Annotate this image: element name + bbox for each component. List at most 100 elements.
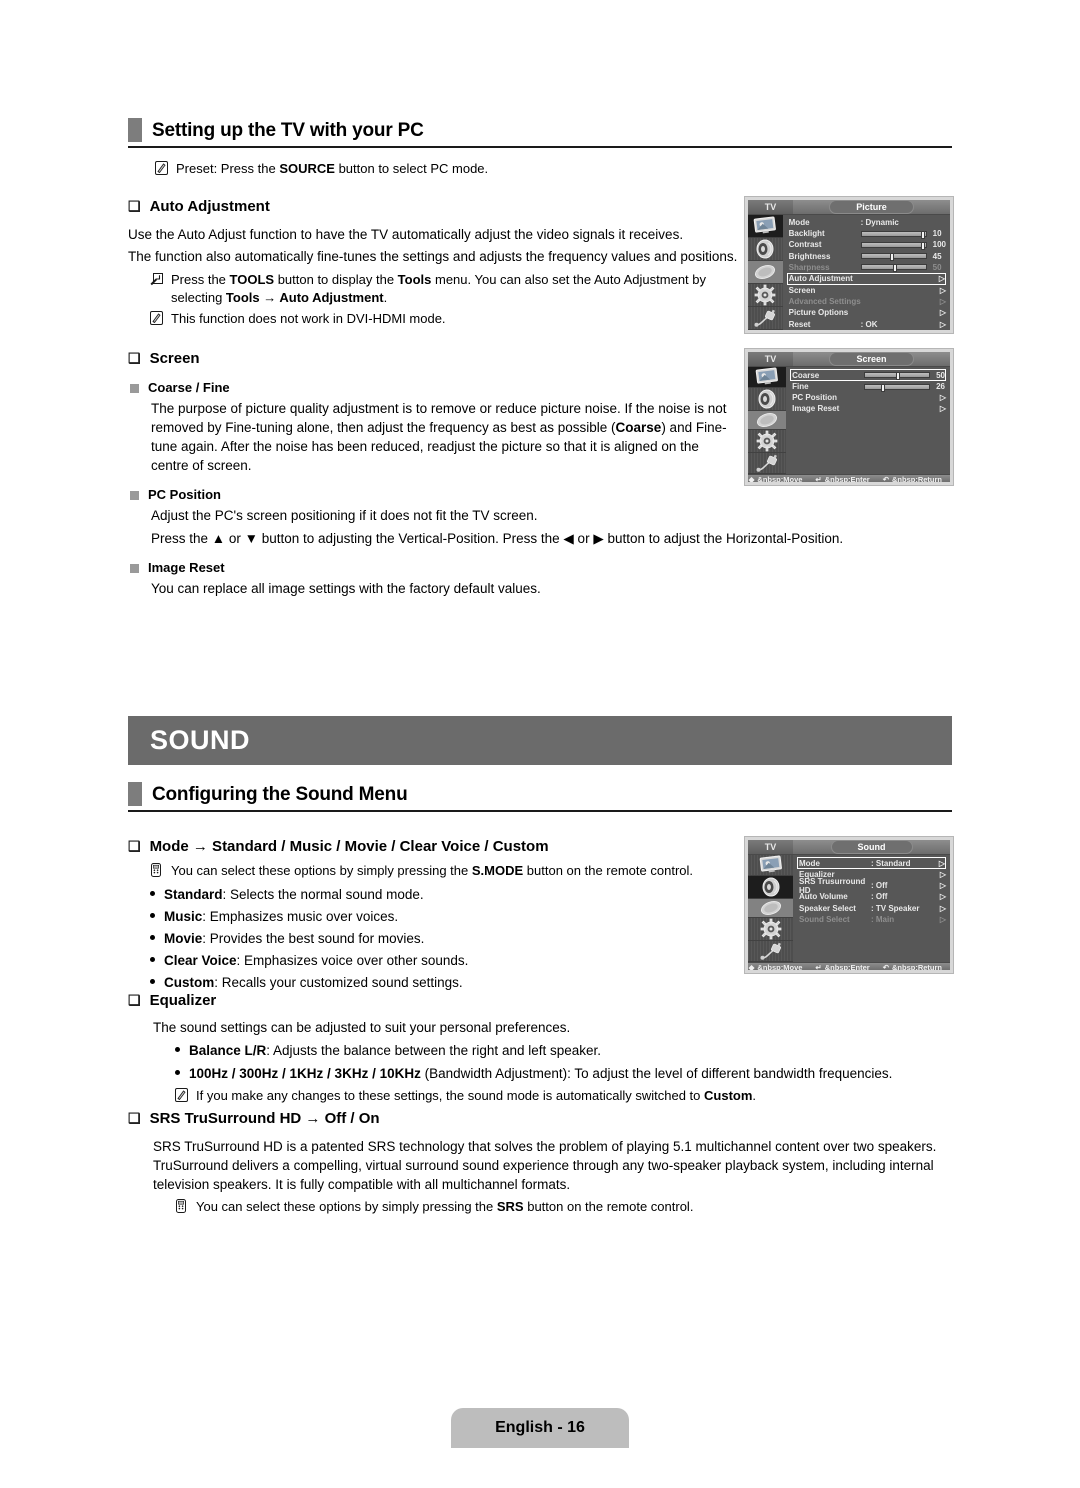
osd-row-label: Sound Select [799,914,850,924]
osd-row-value: 50 [932,262,942,272]
chevron-right-icon: ▷ [939,903,946,913]
checkbox-glyph-icon: ❑ [128,838,141,854]
osd-menu-title: Sound [830,840,913,854]
list-item: Clear Voice: Emphasizes voice over other… [128,951,740,970]
osd-menu-row[interactable]: Brightness 45 [787,251,946,262]
osd-titlebar: TV Picture [748,200,950,215]
osd-menu-row[interactable]: Auto Volume: Off ▷ [797,891,946,902]
osd-slider[interactable] [860,230,927,239]
osd-menu-row[interactable]: PC Position ▷ [790,392,946,403]
osd-icon-picture[interactable] [748,215,783,238]
preset-note: Preset: Press the SOURCE button to selec… [155,160,775,180]
auto-adjustment-heading: ❑ Auto Adjustment [128,198,270,215]
osd-slider[interactable] [864,372,931,380]
osd-menu-list: Coarse 50 Fine 26 PC Position ▷ Image Reset ▷ [786,367,950,474]
osd-sidebar [748,215,783,330]
osd-tv-label: TV [748,840,793,854]
osd-menu-row[interactable]: Picture Options ▷ [787,307,946,318]
osd-slider[interactable] [864,383,931,392]
manual-page: Setting up the TV with your PC Preset: P… [0,0,1080,1488]
equalizer-note-text: If you make any changes to these setting… [196,1087,757,1103]
osd-menu-row[interactable]: SRS Trusurround HD: Off ▷ [797,877,946,895]
osd-hint-move-label: &nbsp;Move [757,963,803,970]
osd-title-wrap: Sound [793,840,950,854]
osd-screen-menu: TV Screen Coarse 50 Fine 26 PC Position ▷ Image … [744,348,954,486]
osd-icon-picture[interactable] [748,855,793,876]
osd-menu-row[interactable]: Mode: Standard ▷ [797,857,946,869]
osd-icon-setup[interactable] [748,283,783,307]
chevron-right-icon: ▷ [939,393,946,403]
osd-icon-sound[interactable] [748,876,793,899]
osd-menu-row[interactable]: Advanced Settings ▷ [787,296,946,307]
osd-menu-row[interactable]: Auto Adjustment ▷ [786,272,946,285]
osd-menu-row[interactable]: Backlight 10 [787,228,946,239]
osd-row-value: : TV Speaker [871,903,920,913]
osd-slider-knob[interactable] [921,230,926,239]
osd-menu-list: Mode: Standard ▷ Equalizer ▷ SRS Trusurround… [793,855,950,962]
osd-icon-setup[interactable] [748,430,787,453]
chevron-right-icon: ▷ [939,881,946,891]
osd-inner: TV Screen Coarse 50 Fine 26 PC Position ▷ Image … [748,352,950,482]
chevron-right-icon: ▷ [939,308,946,318]
osd-body: Mode: Standard ▷ Equalizer ▷ SRS Trusurround… [748,855,950,962]
section-pc-heading-block: Setting up the TV with your PC [128,118,952,148]
srs-block: ❑ SRS TruSurround HD → Off / On SRS TruS… [128,1110,948,1218]
osd-menu-row[interactable]: Screen ▷ [787,285,946,296]
osd-icon-input[interactable] [748,306,783,330]
osd-row-label: Auto Adjustment [788,274,853,284]
osd-menu-row[interactable]: Speaker Select : TV Speaker ▷ [797,903,946,914]
page-footer: English - 16 [0,1408,1080,1448]
tools-note-text: Press the TOOLS button to display the To… [171,271,707,305]
osd-menu-row[interactable]: Sharpness 50 [787,262,946,273]
checkbox-glyph-icon: ❑ [128,198,141,214]
osd-icon-picture[interactable] [748,367,787,388]
osd-slider-knob[interactable] [881,383,886,392]
auto-adjustment-para-2: The function also automatically fine-tun… [128,248,738,264]
osd-icon-setup[interactable] [748,918,793,941]
osd-slider[interactable] [860,264,927,273]
osd-slider-knob[interactable] [921,241,926,250]
auto-adjustment-para-1: Use the Auto Adjust function to have the… [128,226,684,242]
section-heading-sound: Configuring the Sound Menu [128,782,952,812]
osd-row-label: Sharpness [788,262,830,272]
osd-row-label: Speaker Select [799,903,856,913]
osd-menu-row[interactable]: Contrast 100 [787,239,946,250]
list-item: Custom: Recalls your customized sound se… [128,973,740,992]
osd-icon-input[interactable] [748,453,787,474]
osd-menu-row[interactable]: Image Reset ▷ [790,403,946,414]
osd-row-label: Screen [788,286,816,296]
auto-adjustment-block: ❑ Auto Adjustment Use the Auto Adjust fu… [128,198,740,330]
osd-slider-knob[interactable] [896,372,901,380]
osd-menu-row[interactable]: Fine 26 [790,381,946,392]
osd-hint-move: ◆ &nbsp;Move [749,475,803,482]
osd-menu-row[interactable]: Reset: OK ▷ [787,319,946,330]
osd-icon-channel[interactable] [748,411,787,430]
osd-icon-channel[interactable] [748,899,793,918]
osd-slider-knob[interactable] [892,264,897,273]
osd-slider-knob[interactable] [889,253,894,262]
remote-control-icon [175,1198,188,1218]
chevron-right-icon: ▷ [939,297,946,307]
osd-icon-input[interactable] [748,941,793,962]
osd-icon-sound[interactable] [748,388,787,411]
chevron-right-icon: ▷ [938,274,945,284]
osd-menu-row[interactable]: Sound Select: Main ▷ [797,914,946,925]
bullet-dot-icon [150,935,155,940]
osd-slider[interactable] [860,241,927,250]
osd-hint-enter-label: &nbsp;Enter [824,475,870,482]
osd-hint-return-label: &nbsp;Return [892,475,942,482]
equalizer-block: ❑ Equalizer The sound settings can be ad… [128,992,948,1107]
osd-menu-row[interactable]: Coarse 50 [790,369,946,381]
osd-icon-sound[interactable] [748,237,783,261]
osd-row-label: Fine [792,382,809,392]
chevron-right-icon: ▷ [939,404,946,414]
list-item: Balance L/R: Adjusts the balance between… [128,1041,948,1060]
section-heading-pc: Setting up the TV with your PC [128,118,952,148]
osd-slider[interactable] [860,253,927,262]
osd-hint-bar: ◆ &nbsp;Move ↵ &nbsp;Enter ↶ &nbsp;Return [748,962,950,970]
osd-row-label: Coarse [792,370,820,380]
osd-menu-row[interactable]: Mode: Dynamic [787,217,946,228]
osd-row-value: 10 [932,229,942,239]
osd-row-label: Mode [799,858,820,868]
osd-icon-channel[interactable] [748,260,783,284]
